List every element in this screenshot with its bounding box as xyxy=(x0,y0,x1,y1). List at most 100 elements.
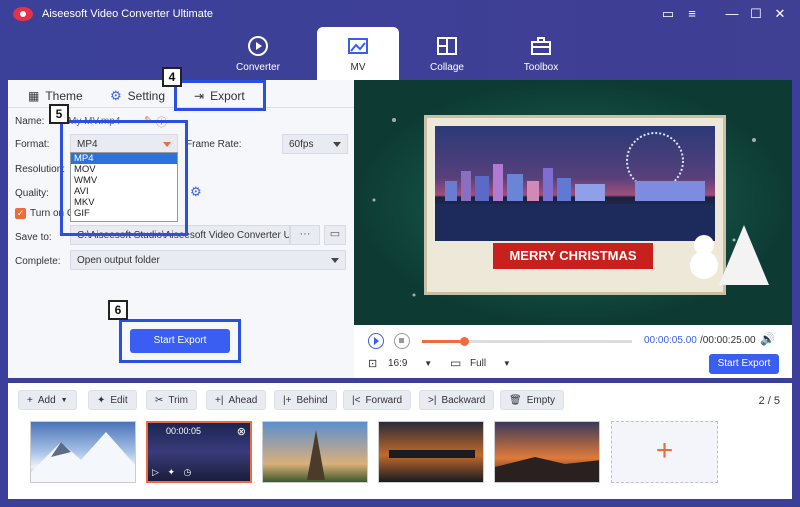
empty-button[interactable]: 🗑 Empty xyxy=(500,390,565,410)
clip-actions: ▷ ✦ ◷ xyxy=(152,467,191,478)
ahead-button[interactable]: +| Ahead xyxy=(206,390,267,410)
behind-button[interactable]: |+ Behind xyxy=(274,390,337,410)
volume-icon[interactable]: 🔊 xyxy=(760,332,775,346)
progress-knob[interactable] xyxy=(460,337,469,346)
complete-value: Open output folder xyxy=(77,255,160,266)
format-label: Format: xyxy=(15,139,50,150)
folder-icon: ▭ xyxy=(329,228,341,240)
trim-label: Trim xyxy=(168,394,189,406)
backward-label: Backward xyxy=(441,394,486,406)
clip-timeline: + Add ▼ ✦ Edit ✂ Trim +| Ahead |+ Behind… xyxy=(8,383,792,499)
play-button[interactable] xyxy=(368,333,384,349)
app-title: Aiseesoft Video Converter Ultimate xyxy=(42,8,213,20)
minimize-icon[interactable]: — xyxy=(724,6,740,21)
plus-icon: + xyxy=(27,394,33,406)
callout-export xyxy=(174,80,266,111)
converter-icon xyxy=(248,36,268,56)
current-time: 00:00:05.00 xyxy=(644,335,697,346)
frame-rate-label: Frame Rate: xyxy=(186,139,242,150)
close-icon[interactable]: ✕ xyxy=(772,6,788,22)
edit-label: Edit xyxy=(110,394,128,406)
edit-icon[interactable]: ✦ xyxy=(167,467,175,477)
progress-bar[interactable] xyxy=(422,337,632,346)
settings-panel: ▦ Theme ⚙ Setting ⇥ Export Name: My MV.m… xyxy=(8,67,354,378)
theme-frame: MERRY CHRISTMAS xyxy=(424,115,726,295)
browse-button[interactable]: ··· xyxy=(290,225,320,245)
clip-thumbnail[interactable] xyxy=(494,421,600,483)
open-folder-button[interactable]: ▭ xyxy=(324,225,346,245)
theme-icon: ▦ xyxy=(28,89,40,103)
backward-button[interactable]: >| Backward xyxy=(419,390,495,410)
mv-icon xyxy=(348,38,368,54)
chevron-down-icon: ▼ xyxy=(424,359,433,368)
clock-icon[interactable]: ◷ xyxy=(184,467,192,477)
stop-icon xyxy=(399,338,404,343)
forward-label: Forward xyxy=(365,394,403,406)
tab-collage[interactable]: Collage xyxy=(406,27,488,80)
gear-icon: ⚙ xyxy=(110,88,122,103)
chevron-down-icon: ▼ xyxy=(502,359,511,368)
tab-setting[interactable]: ⚙ Setting xyxy=(110,85,165,107)
tab-mv[interactable]: MV xyxy=(317,27,399,80)
trash-icon: 🗑 xyxy=(509,394,522,406)
play-icon[interactable]: ▷ xyxy=(152,467,159,477)
ahead-label: Ahead xyxy=(228,394,258,406)
aspect-ratio-icon: ⊡ xyxy=(368,358,378,370)
complete-select[interactable]: Open output folder xyxy=(70,250,346,270)
add-label: Add xyxy=(37,394,56,406)
total-time: /00:00:25.00 xyxy=(700,335,756,346)
add-button[interactable]: + Add ▼ xyxy=(18,390,77,410)
forward-icon: |< xyxy=(352,394,361,406)
resolution-label: Resolution: xyxy=(15,164,66,175)
callout-badge: 6 xyxy=(108,300,128,320)
callout-badge: 5 xyxy=(49,104,69,124)
save-to-label: Save to: xyxy=(15,232,52,243)
snowman-tree-decoration xyxy=(690,225,769,285)
eiffel-tower-image xyxy=(307,430,325,480)
app-logo-icon xyxy=(13,7,33,21)
toolbox-icon xyxy=(531,37,551,55)
backward-icon: >| xyxy=(428,394,437,406)
play-icon xyxy=(374,337,379,345)
maximize-icon[interactable]: ☐ xyxy=(748,6,764,22)
complete-label: Complete: xyxy=(15,256,61,267)
feedback-icon[interactable]: ▭ xyxy=(660,6,676,22)
stop-button[interactable] xyxy=(394,333,410,349)
monitor-icon: ▭ xyxy=(450,356,462,370)
remove-clip-icon[interactable]: ⊗ xyxy=(237,425,246,438)
view-mode-select[interactable]: Full ▼ xyxy=(470,358,511,369)
progress-fill xyxy=(422,340,464,343)
view-mode-value: Full xyxy=(470,358,487,369)
forward-button[interactable]: |< Forward xyxy=(343,390,412,410)
menu-icon[interactable]: ≡ xyxy=(684,6,700,21)
behind-icon: |+ xyxy=(283,394,292,406)
quality-settings-icon[interactable]: ⚙ xyxy=(190,184,202,200)
mv-workspace: ▦ Theme ⚙ Setting ⇥ Export Name: My MV.m… xyxy=(8,67,792,378)
tab-toolbox[interactable]: Toolbox xyxy=(500,27,582,80)
clip-thumbnail-selected[interactable]: 00:00:05 ⊗ ▷ ✦ ◷ xyxy=(146,421,252,483)
gpu-checkbox[interactable]: ✓ xyxy=(15,208,26,219)
aspect-ratio-select[interactable]: 16:9 ▼ xyxy=(388,358,432,369)
add-clip-tile[interactable]: + xyxy=(611,421,718,483)
tab-converter[interactable]: Converter xyxy=(217,27,299,80)
city-sunset-image xyxy=(389,450,475,458)
clip-thumbnail[interactable] xyxy=(262,421,368,483)
tab-converter-label: Converter xyxy=(236,62,280,73)
chevron-down-icon: ▼ xyxy=(60,396,68,404)
callout-start-export xyxy=(119,319,241,363)
ahead-icon: +| xyxy=(215,394,224,406)
plus-icon: + xyxy=(655,434,674,467)
clip-thumbnail[interactable] xyxy=(378,421,484,483)
pager-total: 5 xyxy=(773,395,780,407)
chevron-down-icon xyxy=(333,142,341,147)
trim-button[interactable]: ✂ Trim xyxy=(146,390,198,410)
player-controls: 00:00:05.00 /00:00:25.00 🔊 ⊡ 16:9 ▼ ▭ Fu… xyxy=(354,325,792,378)
pager: 2 / 5 xyxy=(759,395,780,407)
edit-button[interactable]: ✦ Edit xyxy=(88,390,137,410)
chevron-down-icon xyxy=(331,258,339,263)
ribbon-text: MERRY CHRISTMAS xyxy=(493,243,653,269)
frame-rate-select[interactable]: 60fps xyxy=(282,134,348,154)
sunset-coast-image xyxy=(495,457,599,482)
start-export-button-preview[interactable]: Start Export xyxy=(709,354,779,374)
clip-thumbnail[interactable] xyxy=(30,421,136,483)
